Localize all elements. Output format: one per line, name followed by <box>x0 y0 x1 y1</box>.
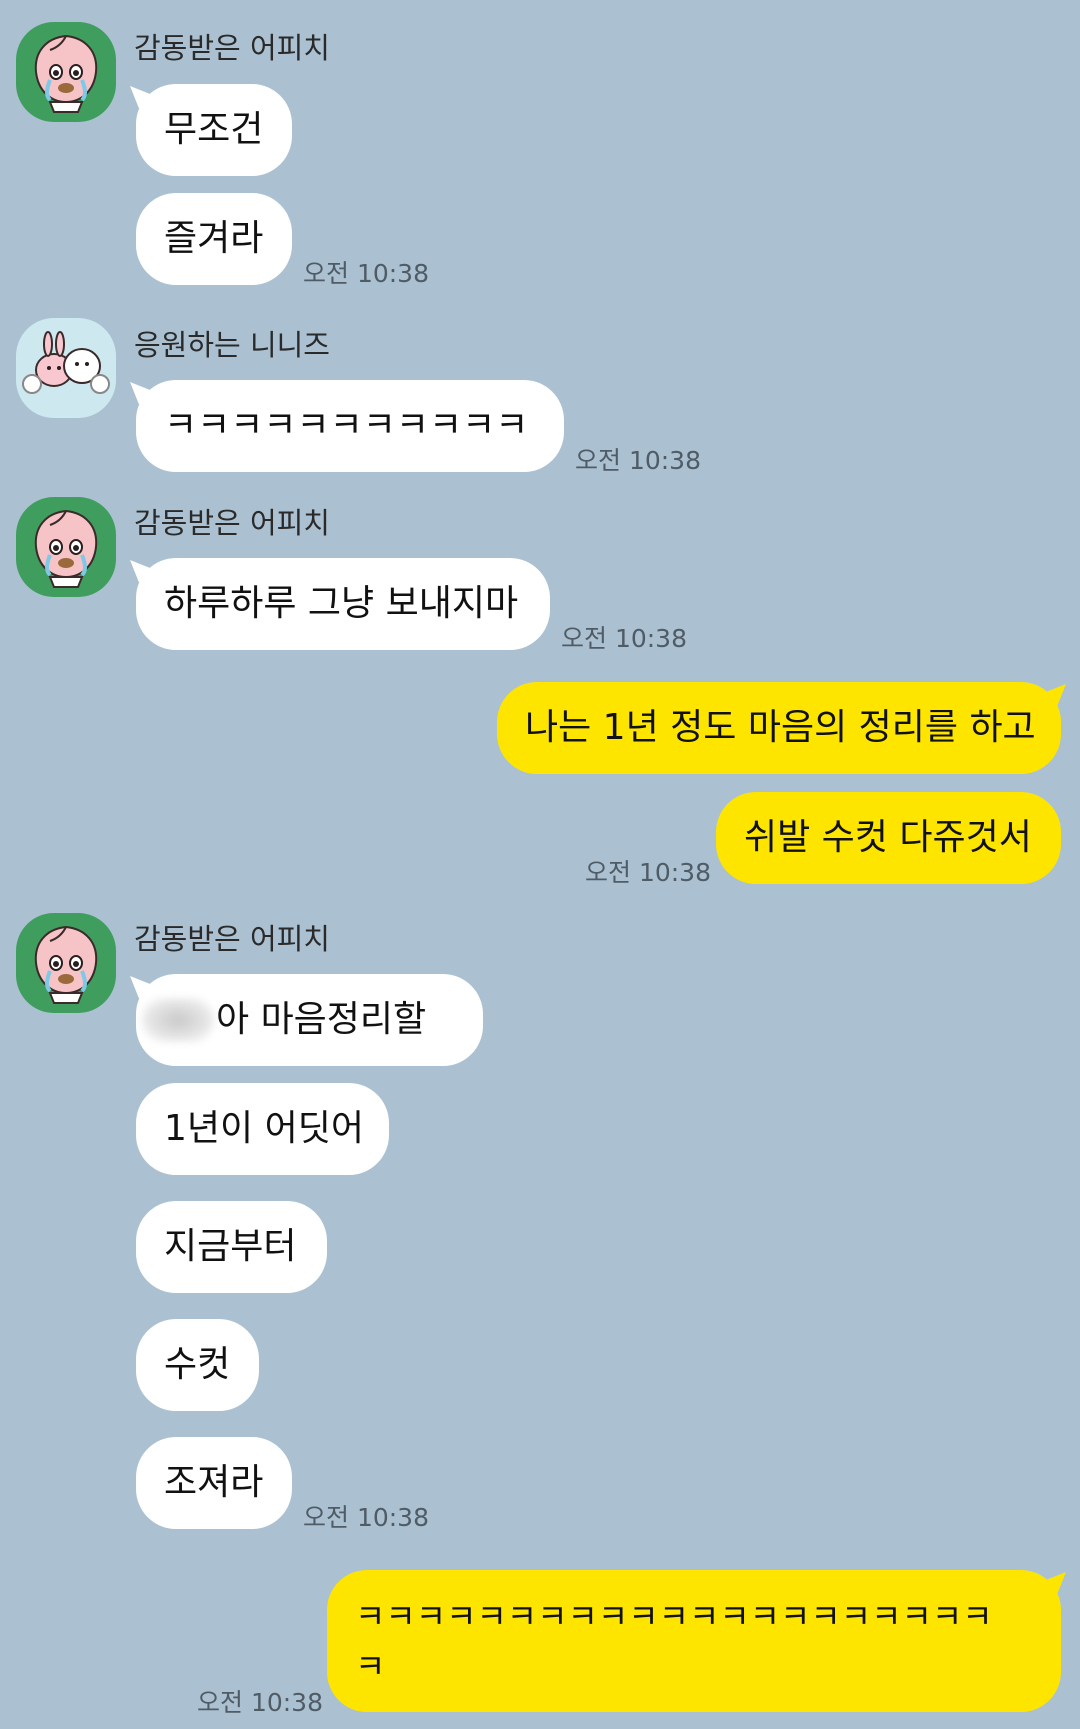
message-bubble[interactable]: 조져라 <box>136 1437 292 1529</box>
niniz-avatar-icon[interactable] <box>16 318 116 418</box>
apeach-avatar-icon[interactable] <box>16 22 116 122</box>
message-bubble[interactable]: 지금부터 <box>136 1201 327 1293</box>
message-bubble[interactable]: ㅋㅋㅋㅋㅋㅋㅋㅋㅋㅋㅋ <box>136 380 564 472</box>
sender-name: 감동받은 어피치 <box>134 506 330 540</box>
message-text: 1년이 어딧어 <box>164 1108 364 1149</box>
my-message-bubble[interactable]: 나는 1년 정도 마음의 정리를 하고 <box>497 682 1061 774</box>
message-text: 무조건 <box>164 109 264 150</box>
redacted-name <box>142 998 214 1042</box>
sender-name: 응원하는 니니즈 <box>134 328 330 362</box>
message-bubble[interactable]: 수컷 <box>136 1319 259 1411</box>
sender-name: 감동받은 어피치 <box>134 31 330 65</box>
message-time: 오전 10:38 <box>197 1688 323 1717</box>
message-text: 조져라 <box>164 1462 264 1503</box>
message-text: 쉬발 수컷 다쥬것서 <box>744 817 1032 858</box>
message-bubble[interactable]: 하루하루 그냥 보내지마 <box>136 558 550 650</box>
message-time: 오전 10:38 <box>561 624 687 653</box>
message-time: 오전 10:38 <box>585 858 711 887</box>
message-time: 오전 10:38 <box>303 259 429 288</box>
my-message-bubble[interactable]: 쉬발 수컷 다쥬것서 <box>716 792 1061 884</box>
message-bubble[interactable]: 1년이 어딧어 <box>136 1083 389 1175</box>
apeach-avatar-icon[interactable] <box>16 913 116 1013</box>
message-time: 오전 10:38 <box>303 1503 429 1532</box>
message-bubble[interactable]: 아 마음정리할 <box>136 974 483 1066</box>
my-message-bubble[interactable]: ㅋㅋㅋㅋㅋㅋㅋㅋㅋㅋㅋㅋㅋㅋㅋㅋㅋㅋㅋㅋㅋ ㅋ <box>327 1570 1061 1712</box>
message-bubble[interactable]: 무조건 <box>136 84 292 176</box>
message-bubble[interactable]: 즐겨라 <box>136 193 292 285</box>
message-text: 지금부터 <box>164 1226 297 1267</box>
message-text: ㅋㅋㅋㅋㅋㅋㅋㅋㅋㅋㅋㅋㅋㅋㅋㅋㅋㅋㅋㅋㅋ <box>355 1597 993 1636</box>
sender-name: 감동받은 어피치 <box>134 922 330 956</box>
message-text: 즐겨라 <box>164 218 264 259</box>
apeach-avatar-icon[interactable] <box>16 497 116 597</box>
message-text: 수컷 <box>164 1344 231 1385</box>
message-text: 나는 1년 정도 마음의 정리를 하고 <box>525 707 1036 748</box>
message-time: 오전 10:38 <box>575 446 701 475</box>
message-text: ㅋ <box>355 1647 386 1686</box>
message-text: ㅋㅋㅋㅋㅋㅋㅋㅋㅋㅋㅋ <box>164 405 529 446</box>
message-text: 하루하루 그냥 보내지마 <box>164 583 519 624</box>
message-text: 아 마음정리할 <box>216 999 427 1040</box>
